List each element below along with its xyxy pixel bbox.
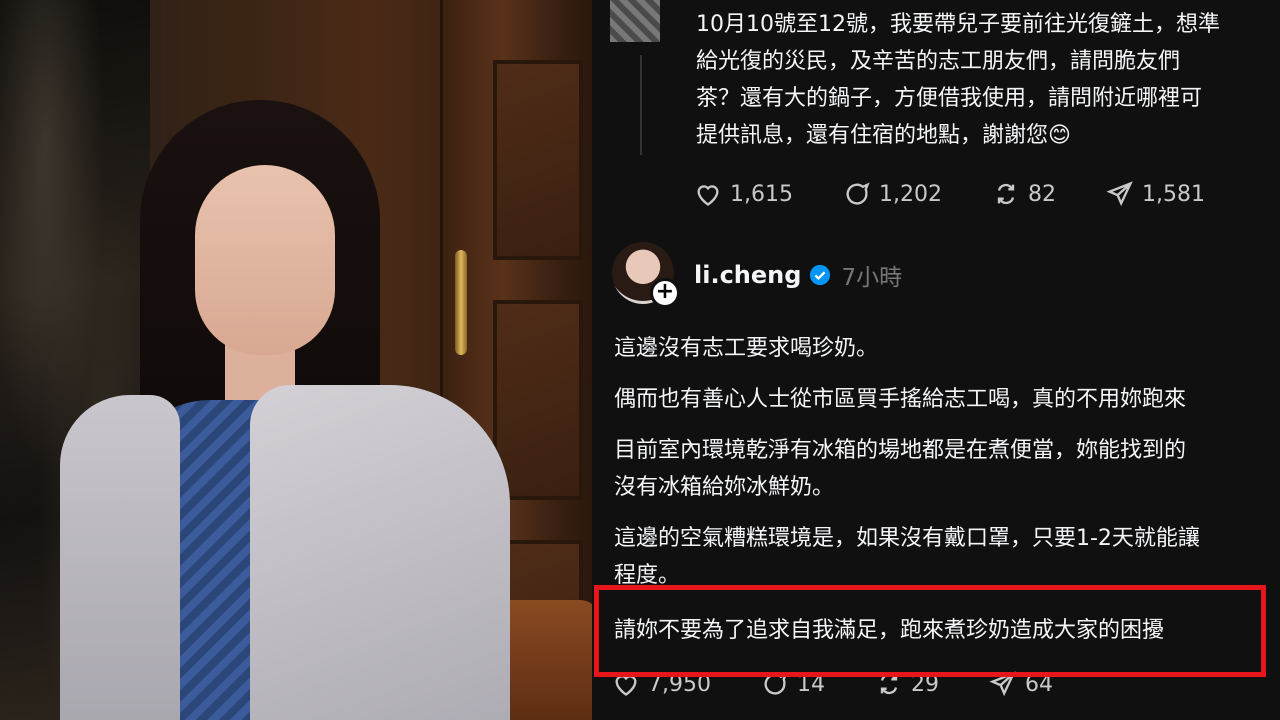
verified-icon [810,264,831,286]
post-line: 10月10號至12號，我要帶兒子要前往光復鏟土，想準 [696,12,1220,37]
reply-paragraph: 偶而也有善心人士從市區買手搖給志工喝，真的不用妳跑來 [614,387,1187,412]
red-highlight-box [594,585,1266,677]
profile-photo [0,0,592,720]
repost-count: 82 [1027,181,1056,207]
repost-button[interactable]: 82 [992,180,1056,208]
reply-paragraph: 這邊的空氣糟糕環境是，如果沒有戴口罩，只要1-2天就能讓 [614,526,1200,551]
thread-connector-line [640,55,642,155]
shawl-right [250,385,510,720]
share-count: 1,581 [1141,181,1205,207]
repost-icon [997,183,1015,205]
blurred-avatar[interactable] [610,0,660,42]
face [195,165,335,355]
like-button[interactable]: 1,615 [694,180,793,208]
post-line: 提供訊息，還有住宿的地點，謝謝您😊 [696,123,1071,148]
door-handle [455,250,467,355]
shawl-left [60,395,180,720]
heart-icon [697,185,719,206]
follow-plus-icon[interactable]: + [650,278,680,308]
previous-post-text: 10月10號至12號，我要帶兒子要前往光復鏟土，想準 給光復的災民，及辛苦的志工… [696,6,1280,154]
share-button[interactable]: 1,581 [1106,180,1205,208]
share-icon [1106,181,1133,207]
comment-count: 1,202 [878,181,942,207]
timestamp: 7小時 [841,265,903,291]
username[interactable]: li.cheng [694,261,801,289]
reply-paragraph: 沒有冰箱給妳冰鮮奶。 [614,475,835,500]
reply-header: li.cheng 7小時 [694,258,902,292]
comment-icon [846,182,870,205]
like-count: 1,615 [730,181,793,207]
previous-post-actions: 1,615 1,202 82 1,581 [694,180,1255,208]
post-line: 茶？還有大的鍋子，方便借我使用，請問附近哪裡可 [696,86,1203,111]
reply-paragraph: 目前室內環境乾淨有冰箱的場地都是在煮便當，妳能找到的 [614,438,1187,463]
post-line: 給光復的災民，及辛苦的志工朋友們，請問脆友們 [696,49,1181,74]
reply-paragraph: 這邊沒有志工要求喝珍奶。 [614,336,879,361]
comment-button[interactable]: 1,202 [843,180,942,208]
